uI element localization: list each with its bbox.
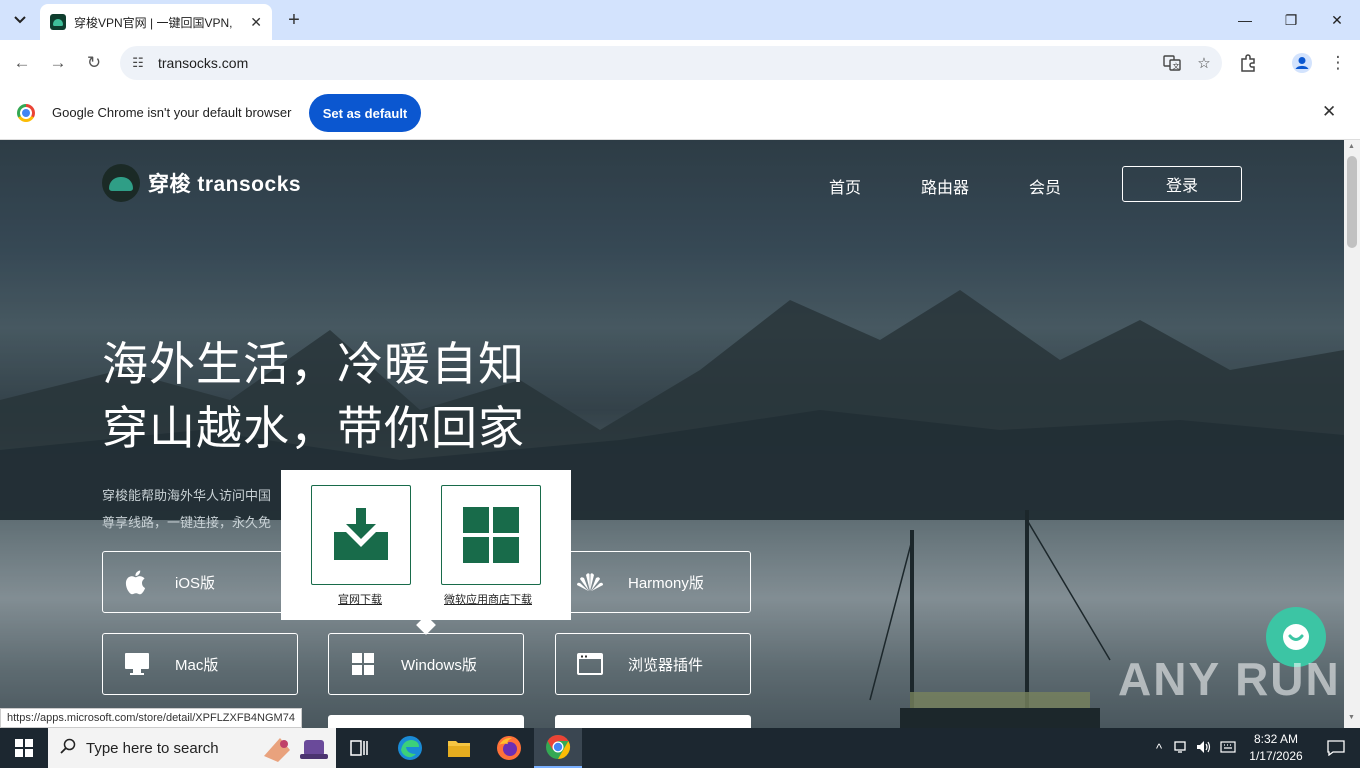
hero-description-line-2: 尊享线路，一键连接，永久免 [102,515,272,530]
edge-browser-icon[interactable] [386,728,434,768]
more-download-button[interactable] [555,715,751,728]
scroll-thumb[interactable] [1347,156,1357,248]
tab-strip: 穿梭VPN官网 | 一键回国VPN, ✕ + — ❐ ✕ [0,0,1360,40]
windows-start-icon [15,739,33,757]
extensions-icon[interactable] [1234,49,1262,77]
search-highlight-icon [260,732,332,769]
windows-taskbar: Type here to search ^ 8:32 AM 1/17/2026 [0,728,1360,768]
tab-search-button[interactable] [6,6,34,34]
address-bar[interactable]: ☷ transocks.com 文 ☆ [120,46,1222,80]
harmony-label: Harmony版 [628,574,704,592]
minimize-button[interactable]: — [1222,0,1268,40]
chat-icon [1283,624,1309,650]
infobar-close-icon[interactable]: ✕ [1322,102,1336,122]
file-explorer-icon[interactable] [435,728,483,768]
system-tray: ^ [1150,728,1240,768]
menu-icon[interactable]: ⋮ [1324,49,1352,77]
site-info-icon[interactable]: ☷ [130,55,146,71]
profile-avatar-icon[interactable] [1288,49,1316,77]
huawei-icon [576,571,604,593]
windows-download-button[interactable]: Windows版 [328,633,524,695]
search-placeholder: Type here to search [86,739,219,757]
anyrun-watermark: ANY RUN [1118,653,1341,705]
taskbar-search-box[interactable]: Type here to search [48,728,336,768]
transocks-logo-icon [102,164,140,202]
browser-extension-button[interactable]: 浏览器插件 [555,633,751,695]
clock-date: 1/17/2026 [1249,749,1303,763]
ios-download-button[interactable]: iOS版 [102,551,298,613]
tab-close-icon[interactable]: ✕ [250,14,262,31]
taskbar-clock[interactable]: 8:32 AM 1/17/2026 [1246,731,1306,765]
official-download-card[interactable] [311,485,411,585]
site-logo[interactable]: 穿梭 transocks [102,164,301,202]
apple-icon [123,568,151,596]
more-download-button[interactable] [328,715,524,728]
active-tab[interactable]: 穿梭VPN官网 | 一键回国VPN, ✕ [40,4,272,40]
browser-window-icon [576,653,604,675]
hero-title-line-2: 穿山越水，带你回家 [102,402,525,454]
svg-text:文: 文 [1173,62,1180,71]
login-button[interactable]: 登录 [1122,166,1242,202]
page-viewport: 穿梭 transocks 首页 路由器 会员 登录 海外生活，冷暖自知 穿山越水… [0,140,1344,728]
hero-title-line-1: 海外生活，冷暖自知 [102,338,525,390]
notification-center-icon[interactable] [1312,728,1360,768]
firefox-icon[interactable] [485,728,533,768]
nav-router[interactable]: 路由器 [921,174,969,198]
chevron-down-icon [14,16,26,24]
task-view-icon[interactable] [336,728,384,768]
close-window-button[interactable]: ✕ [1314,0,1360,40]
back-button[interactable]: ← [8,49,36,77]
network-icon[interactable] [1168,740,1192,757]
ios-label: iOS版 [175,574,216,592]
hero-description-line-1: 穿梭能帮助海外华人访问中国 [102,488,272,503]
link-status-bubble: https://apps.microsoft.com/store/detail/… [0,708,302,728]
page-scrollbar[interactable]: ▲ ▼ [1344,140,1360,728]
monitor-icon [123,652,151,676]
site-favicon-icon [50,14,66,30]
ms-store-download-link[interactable]: 微软应用商店下载 [444,591,532,607]
bookmark-star-icon[interactable]: ☆ [1190,49,1218,77]
official-download-link[interactable]: 官网下载 [338,591,382,607]
windows-label: Windows版 [401,656,477,674]
forward-button[interactable]: → [44,49,72,77]
reload-button[interactable]: ↻ [80,49,108,77]
windows-logo-icon [349,653,377,675]
start-button[interactable] [0,728,48,768]
microsoft-store-icon [463,507,519,563]
url-text[interactable]: transocks.com [158,55,1158,71]
infobar-message: Google Chrome isn't your default browser [52,105,292,120]
harmony-download-button[interactable]: Harmony版 [555,551,751,613]
default-browser-infobar: Google Chrome isn't your default browser… [0,86,1360,140]
scroll-down-icon[interactable]: ▼ [1348,714,1355,721]
ime-icon[interactable] [1216,740,1240,757]
new-tab-button[interactable]: + [280,6,308,34]
windows-download-popup: 官网下载 微软应用商店下载 [281,470,571,620]
mac-download-button[interactable]: Mac版 [102,633,298,695]
brand-name: 穿梭 transocks [148,173,302,196]
ms-store-card[interactable] [441,485,541,585]
volume-icon[interactable] [1192,740,1216,757]
set-as-default-button[interactable]: Set as default [309,94,421,132]
restore-button[interactable]: ❐ [1268,0,1314,40]
browser-toolbar: ← → ↻ ☷ transocks.com 文 ☆ ⋮ [0,40,1360,86]
nav-membership[interactable]: 会员 [1029,174,1061,198]
mac-label: Mac版 [175,656,219,674]
clock-time: 8:32 AM [1253,732,1299,746]
download-icon [334,508,388,560]
search-icon [60,738,76,759]
scroll-up-icon[interactable]: ▲ [1348,143,1355,150]
tab-title: 穿梭VPN官网 | 一键回国VPN, [74,15,233,30]
browser-extension-label: 浏览器插件 [628,656,704,674]
tray-overflow-icon[interactable]: ^ [1150,741,1168,756]
translate-icon[interactable]: 文 [1158,49,1186,77]
chrome-logo-icon [17,104,35,122]
chrome-taskbar-icon[interactable] [534,728,582,768]
nav-home[interactable]: 首页 [829,174,861,198]
